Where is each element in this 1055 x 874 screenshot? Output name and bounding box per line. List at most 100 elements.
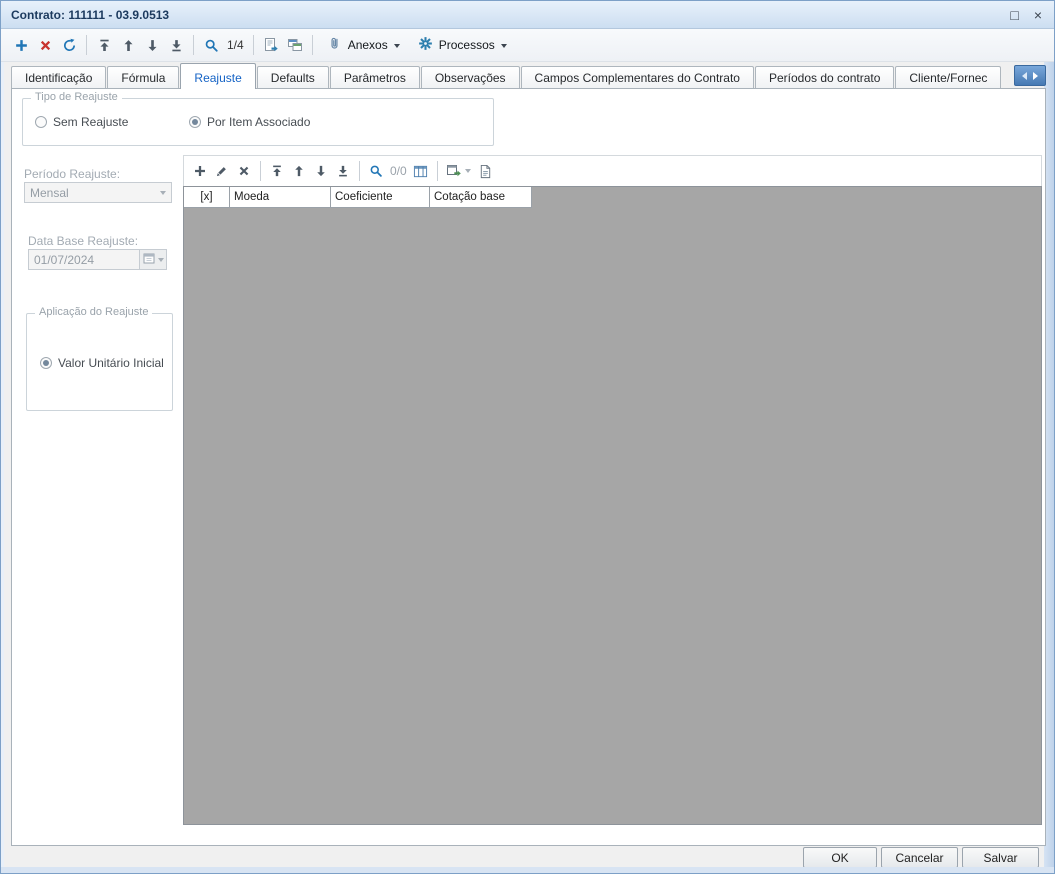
tab-periodos-contrato[interactable]: Períodos do contrato — [754, 66, 895, 88]
toolbar-separator — [260, 161, 261, 181]
delete-record-button[interactable] — [33, 33, 57, 57]
gear-icon — [418, 36, 433, 54]
hierarchy-icon — [263, 37, 279, 53]
arrow-up-icon — [121, 38, 136, 53]
calendar-icon — [143, 251, 155, 269]
grid-column-chooser-button[interactable] — [410, 160, 432, 182]
aplicacao-do-reajuste-group: Aplicação do Reajuste Valor Unitário Ini… — [26, 306, 173, 411]
tab-scroll-left-icon[interactable] — [1022, 71, 1027, 80]
cancel-button[interactable]: Cancelar — [881, 847, 958, 868]
radio-label: Sem Reajuste — [53, 115, 129, 129]
grid-record-counter: 0/0 — [390, 164, 407, 178]
main-toolbar: 1/4 Anexos Processos — [1, 29, 1054, 62]
window-title: Contrato: 111111 - 03.9.0513 — [11, 7, 170, 22]
anexos-button[interactable]: Anexos — [318, 33, 409, 57]
close-button[interactable]: × — [1034, 8, 1042, 22]
tipo-de-reajuste-group: Tipo de Reajuste Sem Reajuste Por Item A… — [22, 91, 494, 146]
search-icon — [369, 164, 383, 178]
grid-edit-button[interactable] — [211, 160, 233, 182]
reajuste-tab-panel: Tipo de Reajuste Sem Reajuste Por Item A… — [11, 88, 1046, 846]
maximize-button[interactable]: □ — [1010, 8, 1018, 22]
last-record-button[interactable] — [164, 33, 188, 57]
record-counter: 1/4 — [227, 38, 244, 52]
tab-defaults[interactable]: Defaults — [256, 66, 329, 88]
tab-cliente-fornecedor[interactable]: Cliente/Fornec — [895, 66, 1002, 88]
ok-button[interactable]: OK — [803, 847, 877, 868]
grid-column-header[interactable]: Cotação base — [430, 187, 532, 208]
periodo-reajuste-label: Período Reajuste: — [24, 167, 121, 181]
grid-delete-button[interactable] — [233, 160, 255, 182]
arrow-up-bar-icon — [270, 164, 284, 178]
grid-column-header[interactable]: Moeda — [230, 187, 331, 208]
related-window-button[interactable] — [283, 33, 307, 57]
chevron-down-icon — [500, 43, 507, 48]
chevron-down-icon — [157, 257, 164, 262]
contract-window: Contrato: 111111 - 03.9.0513 □ × 1/4 Ane… — [0, 0, 1055, 874]
search-button[interactable] — [199, 33, 223, 57]
plus-icon — [193, 164, 207, 178]
titlebar[interactable]: Contrato: 111111 - 03.9.0513 □ × — [1, 1, 1054, 29]
hierarchy-button[interactable] — [259, 33, 283, 57]
arrow-down-icon — [145, 38, 160, 53]
delete-x-icon — [237, 164, 251, 178]
pencil-icon — [215, 164, 229, 178]
arrow-down-icon — [314, 164, 328, 178]
aplicacao-do-reajuste-legend: Aplicação do Reajuste — [35, 306, 153, 318]
tab-observacoes[interactable]: Observações — [420, 66, 520, 88]
date-picker-button[interactable] — [140, 249, 167, 270]
data-base-reajuste-field: 01/07/2024 — [28, 249, 167, 270]
grid-prev-button[interactable] — [288, 160, 310, 182]
export-icon — [446, 163, 462, 179]
radio-por-item-associado[interactable]: Por Item Associado — [189, 115, 310, 129]
date-input[interactable]: 01/07/2024 — [28, 249, 140, 270]
search-icon — [204, 38, 219, 53]
grid-next-button[interactable] — [310, 160, 332, 182]
tab-scroll-box — [1014, 65, 1046, 86]
next-record-button[interactable] — [140, 33, 164, 57]
periodo-reajuste-value: Mensal — [30, 185, 69, 200]
grid-last-button[interactable] — [332, 160, 354, 182]
grid-search-button[interactable] — [365, 160, 387, 182]
toolbar-separator — [359, 161, 360, 181]
previous-record-button[interactable] — [116, 33, 140, 57]
radio-valor-unitario-inicial[interactable]: Valor Unitário Inicial — [40, 356, 164, 370]
combo-dropdown-button[interactable] — [154, 183, 171, 202]
periodo-reajuste-select[interactable]: Mensal — [24, 182, 172, 203]
tipo-de-reajuste-legend: Tipo de Reajuste — [31, 91, 122, 103]
grid-column-header[interactable]: Coeficiente — [331, 187, 430, 208]
columns-icon — [413, 164, 428, 179]
add-record-button[interactable] — [9, 33, 33, 57]
arrow-down-bar-icon — [336, 164, 350, 178]
processos-button[interactable]: Processos — [409, 33, 516, 57]
grid-column-header[interactable]: [x] — [184, 187, 230, 208]
arrow-down-bar-icon — [169, 38, 184, 53]
anexos-label: Anexos — [347, 38, 388, 52]
grid-add-button[interactable] — [189, 160, 211, 182]
toolbar-separator — [311, 35, 313, 55]
grid-report-button[interactable] — [475, 160, 497, 182]
refresh-button[interactable] — [57, 33, 81, 57]
data-base-reajuste-label: Data Base Reajuste: — [28, 234, 139, 248]
tab-formula[interactable]: Fórmula — [107, 66, 180, 88]
tab-campos-complementares[interactable]: Campos Complementares do Contrato — [520, 66, 754, 88]
tab-identificacao[interactable]: Identificação — [11, 66, 107, 88]
tab-parametros[interactable]: Parâmetros — [329, 66, 420, 88]
grid-toolbar: 0/0 — [183, 155, 1042, 186]
radio-sem-reajuste[interactable]: Sem Reajuste — [35, 115, 128, 129]
tab-reajuste[interactable]: Reajuste — [180, 63, 256, 89]
grid-export-button[interactable] — [443, 160, 475, 182]
save-button[interactable]: Salvar — [962, 847, 1039, 868]
tab-strip: Identificação Fórmula Reajuste Defaults … — [11, 62, 1046, 89]
paperclip-icon — [327, 36, 342, 54]
toolbar-separator — [193, 35, 194, 55]
tab-scroll-right-icon[interactable] — [1033, 71, 1038, 80]
first-record-button[interactable] — [92, 33, 116, 57]
radio-label: Por Item Associado — [207, 115, 311, 129]
arrow-up-icon — [292, 164, 306, 178]
chevron-down-icon — [465, 169, 472, 173]
arrow-up-bar-icon — [97, 38, 112, 53]
delete-x-icon — [38, 38, 53, 53]
document-icon — [478, 164, 493, 179]
grid-first-button[interactable] — [266, 160, 288, 182]
chevron-down-icon — [393, 43, 400, 48]
